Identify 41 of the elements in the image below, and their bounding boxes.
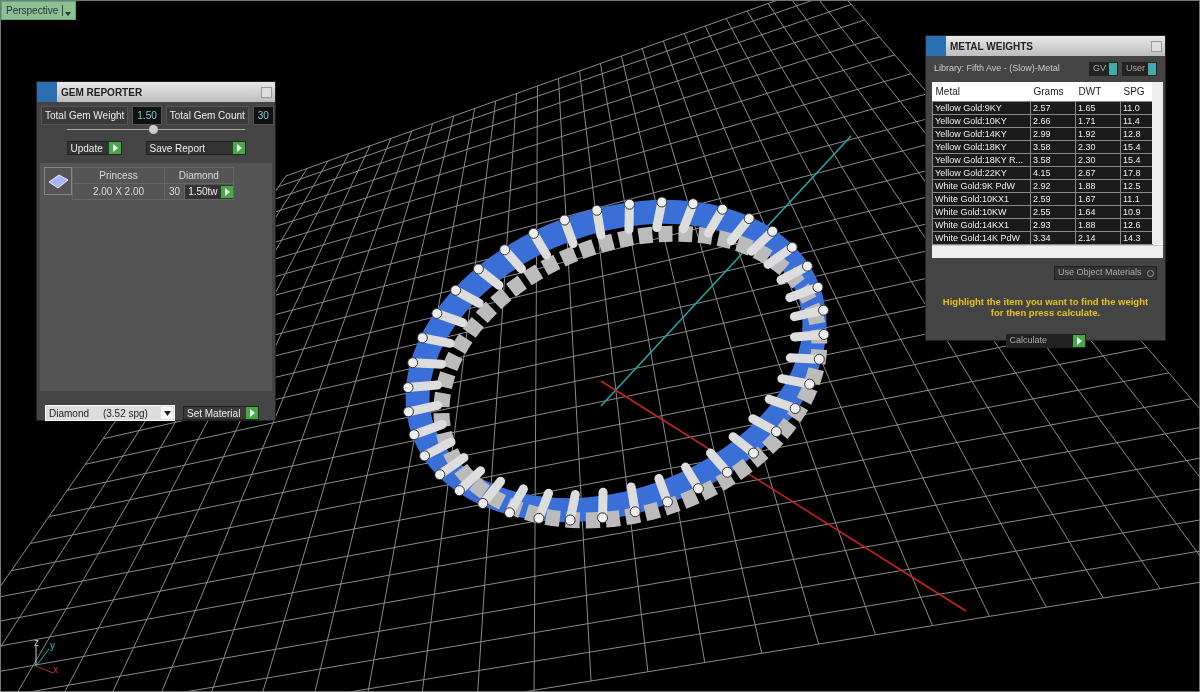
window-title: METAL WEIGHTS <box>950 39 1033 54</box>
toggle-button[interactable]: User <box>1122 62 1157 76</box>
caret-icon <box>62 5 72 16</box>
axis-label: z <box>34 637 39 648</box>
caret-icon <box>161 407 173 419</box>
window-title: GEM REPORTER <box>61 85 143 100</box>
panel-button[interactable]: Update <box>66 141 122 155</box>
play-icon <box>246 407 259 419</box>
axis-label: x <box>53 664 58 675</box>
play-icon <box>232 142 245 154</box>
set-material-button[interactable]: Set Material <box>183 406 260 420</box>
gem-shape: Princess <box>72 167 165 184</box>
library-label: Library: Fifth Ave - (Slow)-Metal <box>934 62 1060 76</box>
gem-count: 30 <box>164 183 185 200</box>
material-dropdown[interactable]: Diamond (3.52 spg) <box>45 405 175 421</box>
gem-weight-button[interactable]: 1.50tw <box>185 184 233 199</box>
total-label: Total Gem Weight <box>41 106 129 125</box>
calculate-button[interactable]: Calculate <box>1005 334 1086 348</box>
viewport-menu[interactable]: Perspective <box>1 1 77 20</box>
total-value: 30 <box>252 106 274 125</box>
total-value: 1.50 <box>132 106 162 125</box>
gem-size: 2.00 X 2.00 <box>72 183 165 200</box>
table-cell: 1.65 <box>1075 101 1121 115</box>
play-icon <box>108 142 121 154</box>
play-icon <box>1072 335 1085 347</box>
axis-label: y <box>50 640 55 651</box>
table-cell: Yellow Gold:9KY <box>932 101 1031 115</box>
gem-material: Diamond <box>164 167 234 184</box>
use-object-materials-button[interactable]: Use Object Materials <box>1054 266 1157 280</box>
toggle-button[interactable]: GV <box>1088 62 1118 76</box>
panel-button[interactable]: Save Report <box>145 141 246 155</box>
table-cell: 2.57 <box>1030 101 1076 115</box>
total-label: Total Gem Count <box>165 106 249 125</box>
table-cell: 11.0 <box>1120 101 1153 115</box>
close-icon[interactable] <box>1151 40 1162 52</box>
close-icon[interactable] <box>261 86 272 98</box>
hint-text: Highlight the item you want to find the weight for then press calculate. <box>941 295 1150 318</box>
horizontal-scrollbar[interactable] <box>932 245 1163 258</box>
axis-gizmo-icon <box>35 645 54 674</box>
play-icon <box>220 185 233 198</box>
gem-icon <box>44 167 72 195</box>
